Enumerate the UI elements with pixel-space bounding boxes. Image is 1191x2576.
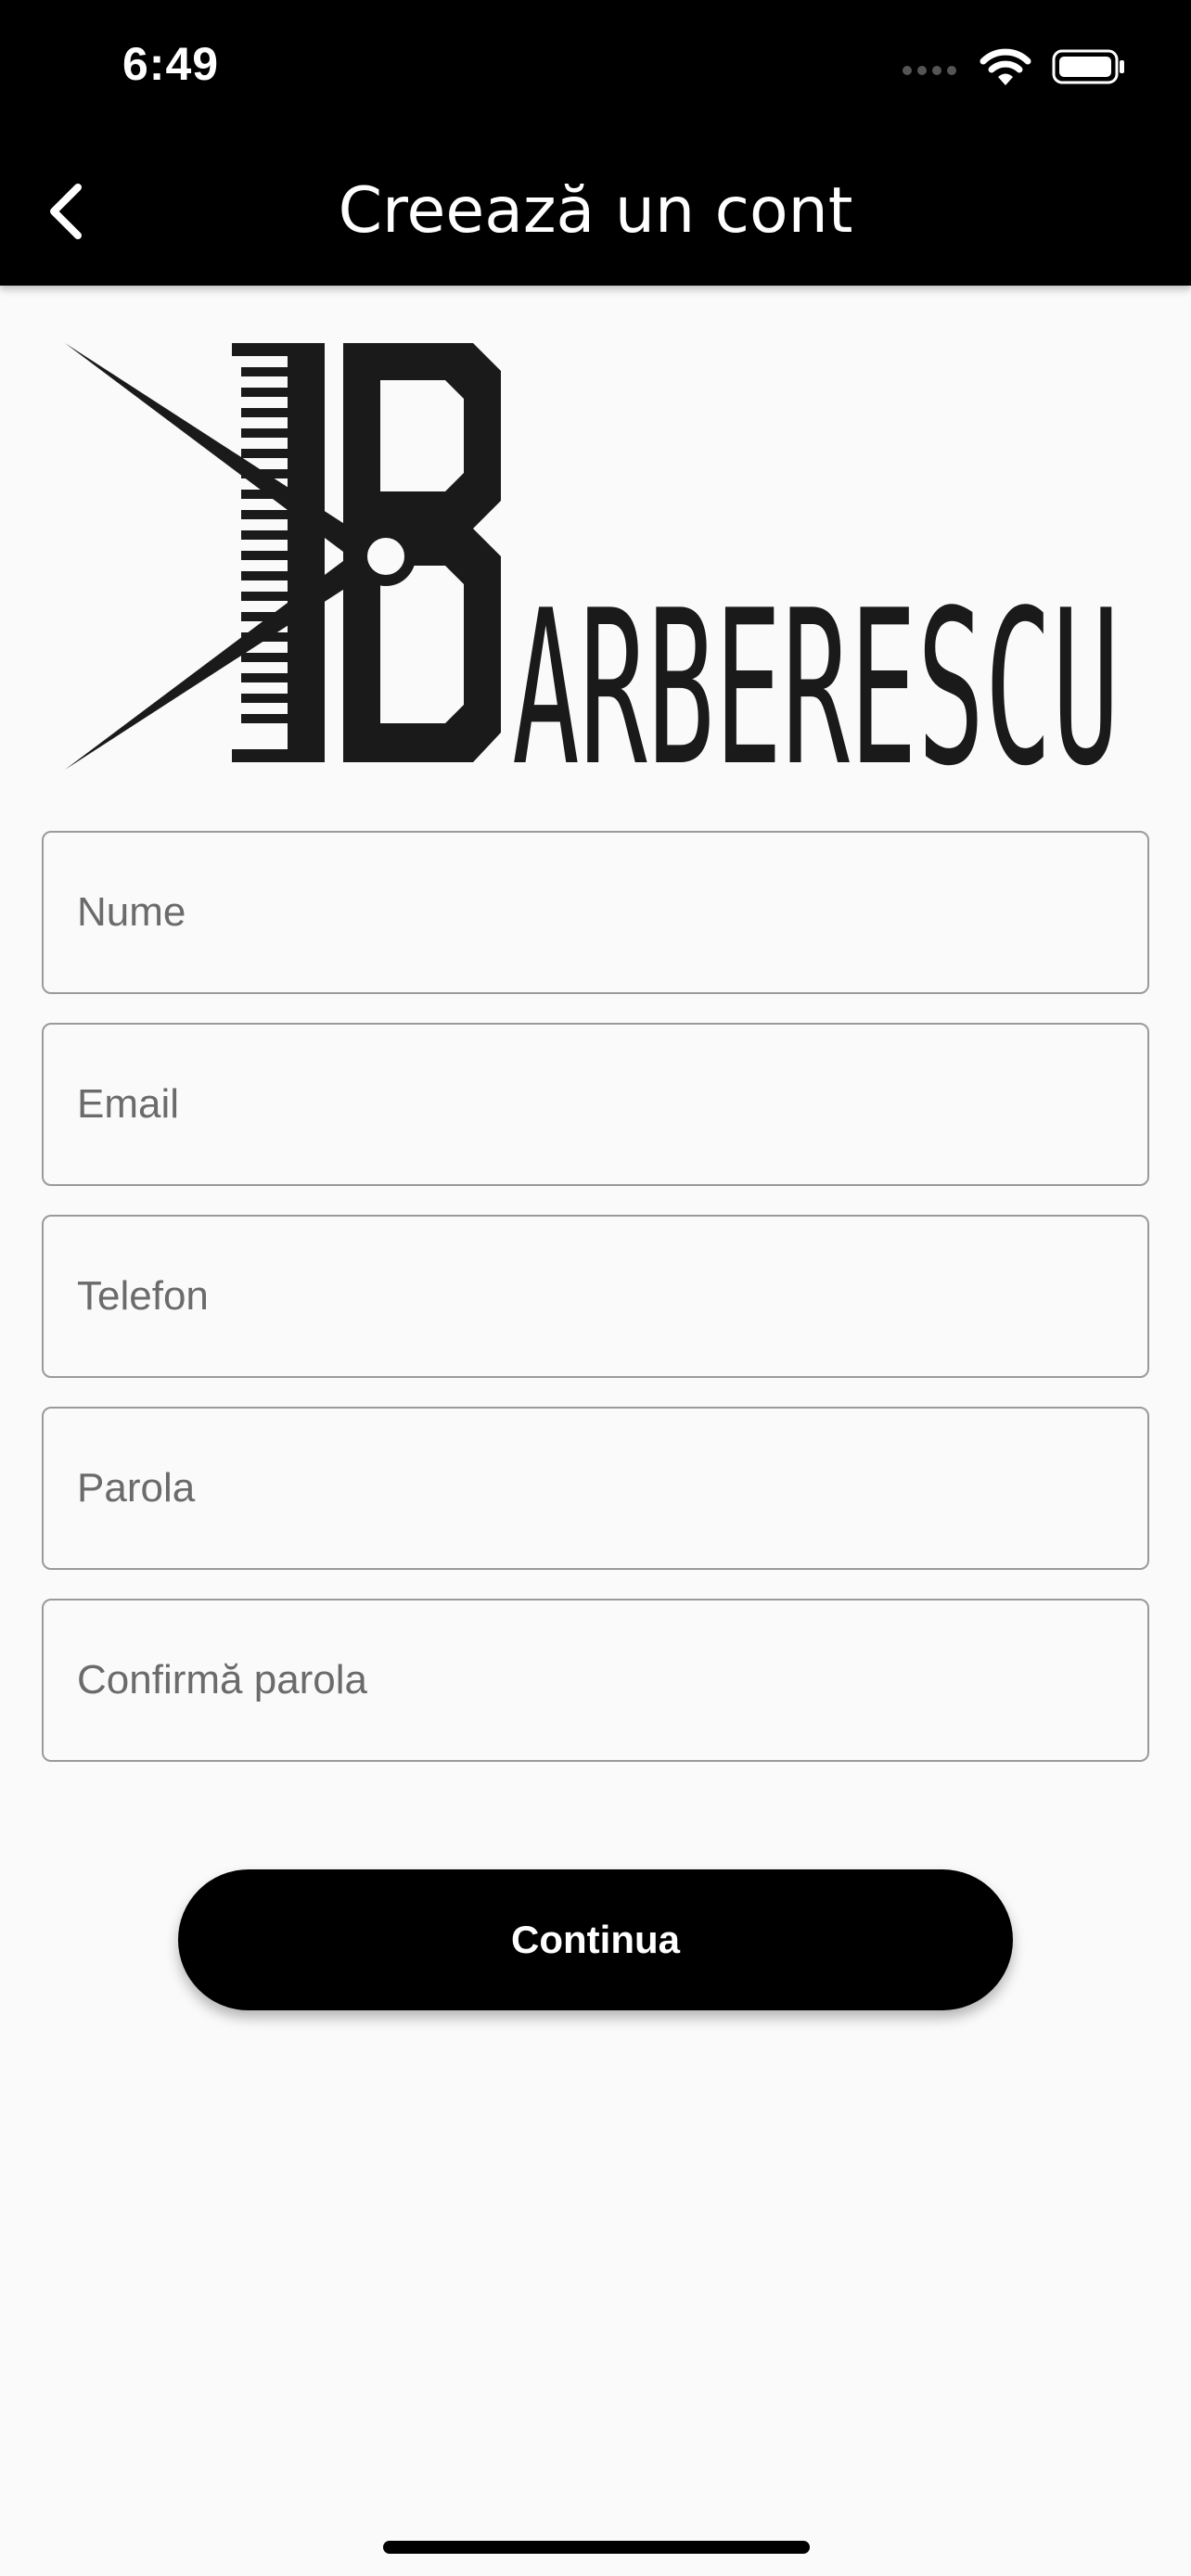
- barberescu-logo: ARBERESCU: [65, 343, 1120, 779]
- home-indicator[interactable]: [383, 2541, 810, 2554]
- status-time: 6:49: [122, 38, 220, 90]
- phone-field: [42, 1215, 1149, 1378]
- logo-text: ARBERESCU: [512, 566, 1120, 779]
- continue-button[interactable]: Continua: [178, 1869, 1013, 2010]
- battery-icon: [1052, 49, 1124, 84]
- password-field: [42, 1407, 1149, 1570]
- phone-input[interactable]: [44, 1217, 1147, 1376]
- navigation-bar: Creează un cont: [0, 137, 1191, 286]
- confirm-password-input[interactable]: [44, 1600, 1147, 1760]
- confirm-password-field: [42, 1599, 1149, 1762]
- status-icons: [902, 46, 1126, 87]
- email-input[interactable]: [44, 1025, 1147, 1184]
- page-title: Creează un cont: [338, 174, 853, 248]
- signal-icon: [903, 66, 956, 75]
- password-input[interactable]: [44, 1409, 1147, 1568]
- email-field: [42, 1023, 1149, 1186]
- signup-form: [42, 831, 1149, 1791]
- name-field: [42, 831, 1149, 994]
- wifi-icon: [980, 48, 1031, 85]
- name-input[interactable]: [44, 833, 1147, 992]
- status-bar: 6:49: [0, 0, 1191, 137]
